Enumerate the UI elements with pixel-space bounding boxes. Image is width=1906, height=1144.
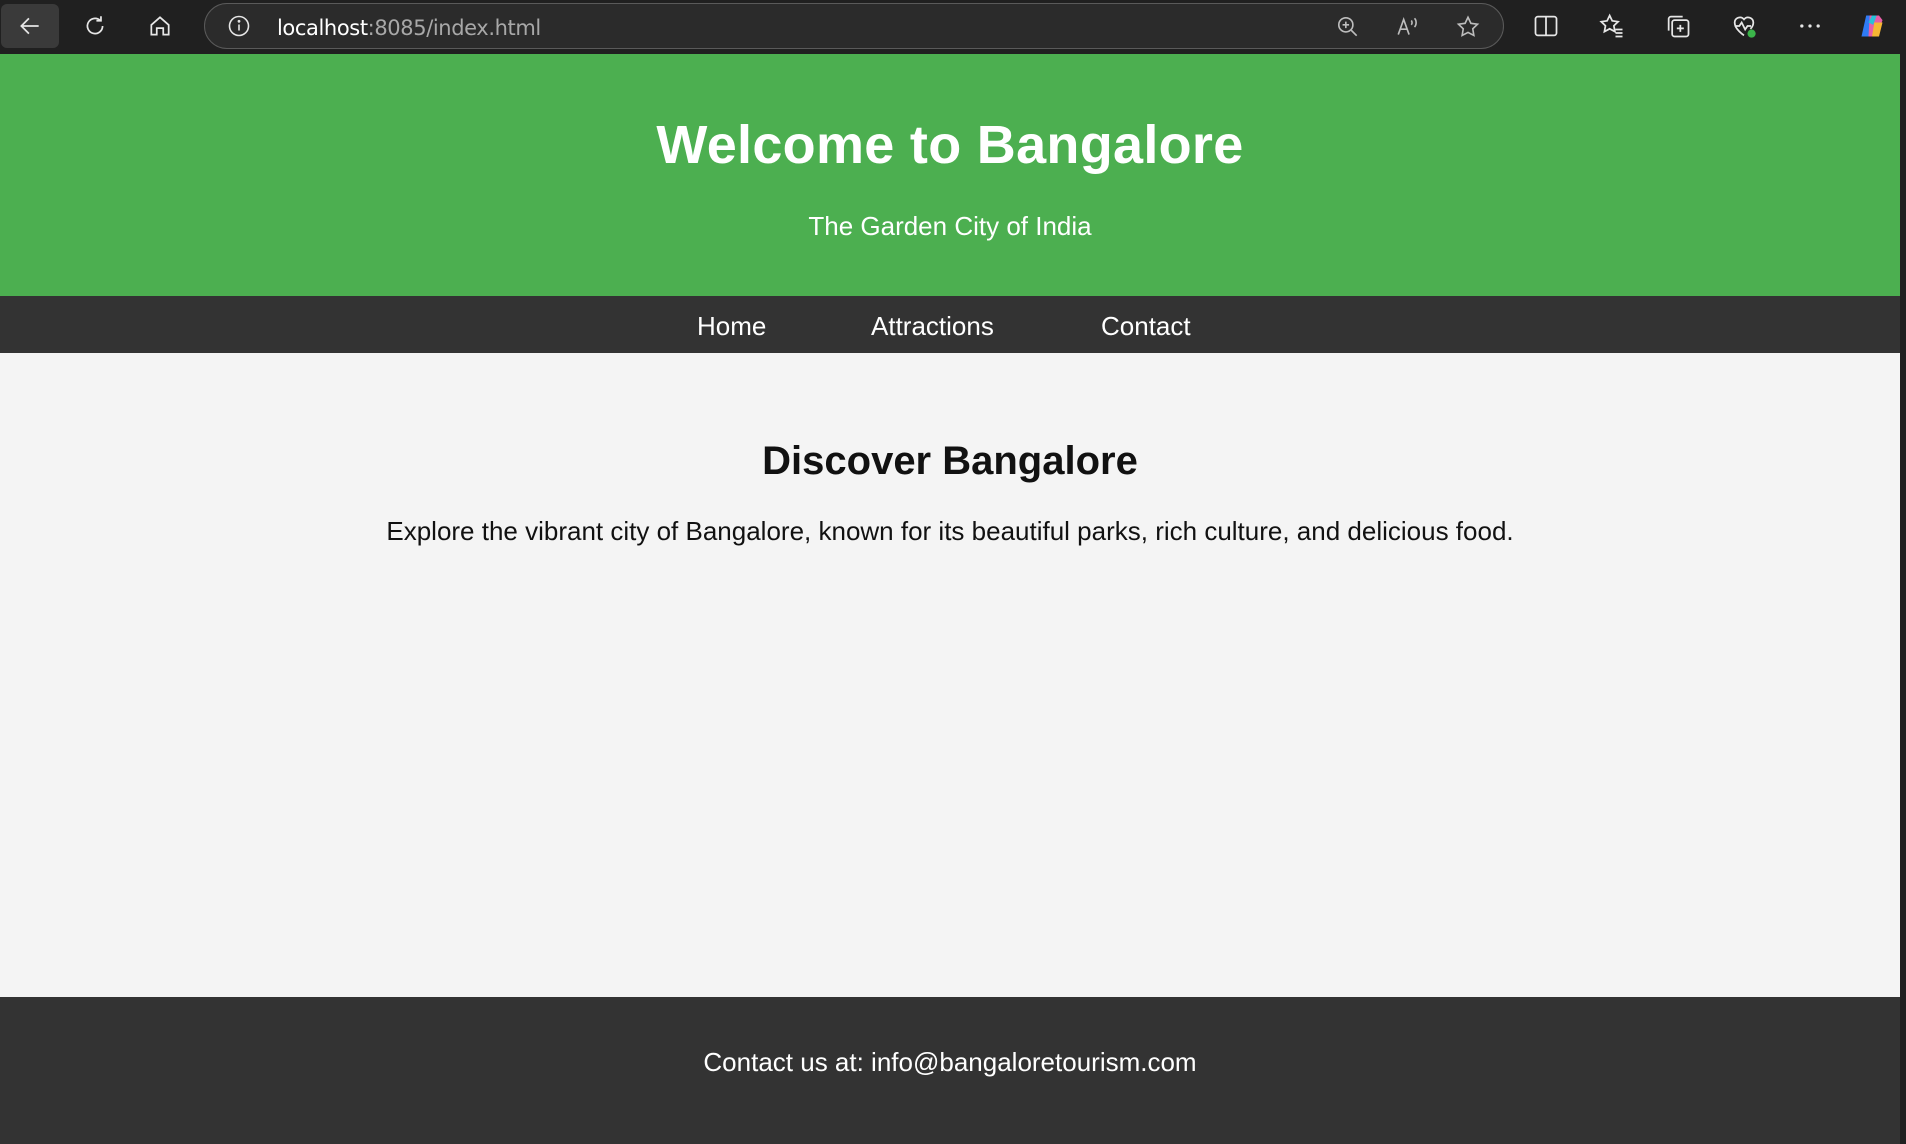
favorites-button[interactable] bbox=[1598, 12, 1626, 40]
site-header: Welcome to Bangalore The Garden City of … bbox=[0, 54, 1900, 296]
section-title: Discover Bangalore bbox=[762, 439, 1138, 483]
reload-button[interactable] bbox=[66, 4, 124, 48]
home-icon bbox=[150, 16, 170, 36]
url-host: localhost bbox=[277, 16, 368, 40]
collections-button[interactable] bbox=[1664, 12, 1692, 40]
read-aloud-icon bbox=[1397, 17, 1417, 35]
read-aloud-button[interactable] bbox=[1395, 14, 1421, 40]
favorite-button[interactable] bbox=[1455, 14, 1481, 40]
nav-link-home[interactable]: Home bbox=[697, 311, 766, 342]
browser-toolbar: localhost:8085/index.html bbox=[0, 0, 1906, 54]
url-text[interactable]: localhost:8085/index.html bbox=[277, 16, 541, 40]
reload-icon bbox=[86, 16, 104, 35]
back-arrow-icon bbox=[20, 17, 39, 35]
copilot-button[interactable] bbox=[1858, 12, 1886, 40]
main-nav: Home Attractions Contact bbox=[0, 296, 1900, 353]
nav-link-contact[interactable]: Contact bbox=[1101, 311, 1191, 342]
back-button[interactable] bbox=[1, 4, 59, 48]
footer-contact-text: Contact us at: info@bangaloretourism.com bbox=[703, 1047, 1197, 1077]
favorite-star-icon bbox=[1456, 15, 1480, 37]
favorites-icon bbox=[1599, 13, 1623, 38]
browser-essentials-button[interactable] bbox=[1730, 12, 1758, 40]
url-path: :8085/index.html bbox=[367, 16, 542, 40]
page-viewport: Welcome to Bangalore The Garden City of … bbox=[0, 54, 1900, 1144]
site-footer: Contact us at: info@bangaloretourism.com bbox=[0, 997, 1900, 1144]
copilot-icon bbox=[1861, 15, 1883, 37]
browser-essentials-icon bbox=[1733, 16, 1756, 38]
address-bar[interactable]: localhost:8085/index.html bbox=[204, 3, 1504, 49]
zoom-button[interactable] bbox=[1335, 14, 1361, 40]
collections-icon bbox=[1667, 15, 1690, 38]
split-screen-button[interactable] bbox=[1532, 12, 1560, 40]
more-options-button[interactable] bbox=[1796, 12, 1824, 40]
site-title: Welcome to Bangalore bbox=[656, 115, 1244, 175]
site-subtitle: The Garden City of India bbox=[808, 211, 1092, 241]
split-screen-icon bbox=[1534, 15, 1558, 37]
window-edge bbox=[1900, 54, 1906, 1144]
home-button[interactable] bbox=[131, 4, 189, 48]
zoom-icon bbox=[1337, 16, 1358, 37]
info-icon[interactable] bbox=[227, 14, 251, 38]
section-text: Explore the vibrant city of Bangalore, k… bbox=[386, 516, 1514, 546]
more-options-icon bbox=[1800, 24, 1820, 28]
nav-link-attractions[interactable]: Attractions bbox=[871, 311, 994, 342]
